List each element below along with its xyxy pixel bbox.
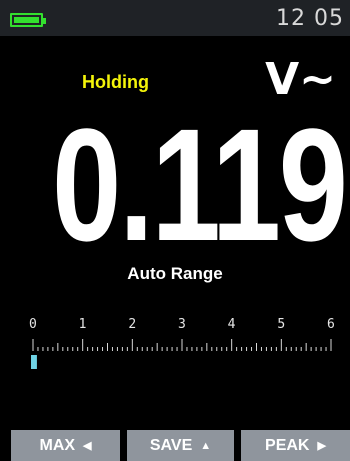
range-mode: Auto Range	[127, 264, 223, 283]
peak-button-label: PEAK	[265, 436, 310, 454]
save-button-label: SAVE	[149, 436, 193, 454]
battery-icon	[10, 13, 46, 27]
save-button[interactable]: SAVE ▲	[127, 430, 234, 461]
clock-time: 12 05	[276, 6, 344, 31]
analog-bargraph: 0123456	[0, 314, 350, 374]
status-bar: 12 05	[0, 0, 350, 36]
up-arrow-icon: ▲	[200, 439, 212, 452]
softkey-bar: MAX ◀ SAVE ▲ PEAK ▶	[0, 430, 350, 461]
max-button-label: MAX	[39, 436, 76, 454]
peak-button[interactable]: PEAK ▶	[241, 430, 350, 461]
left-arrow-icon: ◀	[83, 440, 92, 452]
hold-indicator: Holding	[82, 72, 149, 92]
right-arrow-icon: ▶	[317, 440, 326, 452]
unit-label: V~	[265, 54, 336, 105]
bargraph-scale	[31, 339, 332, 369]
bargraph-value-indicator	[31, 355, 37, 369]
max-button[interactable]: MAX ◀	[11, 430, 120, 461]
main-reading: 0.119	[52, 120, 348, 250]
reading-value: 0.119	[52, 120, 348, 250]
